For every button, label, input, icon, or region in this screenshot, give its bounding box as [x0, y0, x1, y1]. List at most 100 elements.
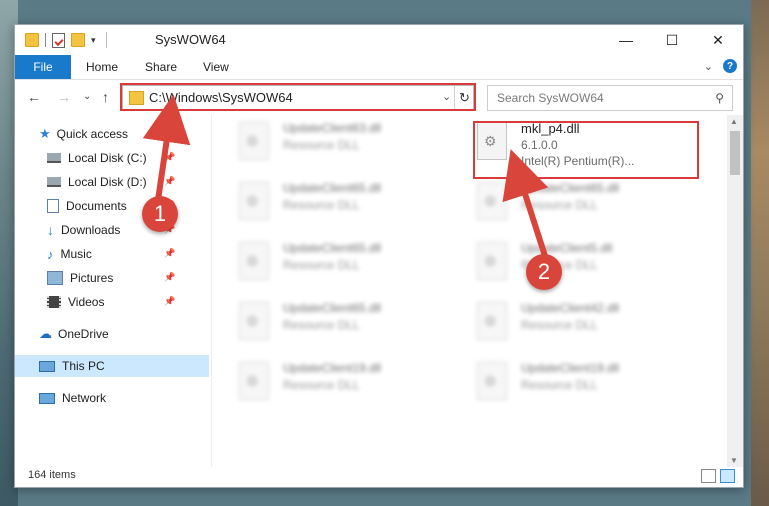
window-title: SysWOW64 [155, 32, 226, 47]
help-icon[interactable]: ? [723, 59, 737, 73]
recent-locations-icon[interactable]: ⌄ [83, 91, 91, 102]
vertical-scrollbar[interactable]: ▲ ▼ [727, 115, 743, 467]
file-item[interactable]: UpdateClient63.dll Resource DLL [239, 119, 459, 167]
file-name: UpdateClient65.dll [521, 181, 620, 195]
pin-icon[interactable]: 📌 [164, 176, 175, 187]
dll-file-icon [239, 242, 269, 280]
sidebar-item-label: OneDrive [58, 327, 109, 341]
file-description: Resource DLL [283, 198, 360, 212]
tab-share[interactable]: Share [145, 55, 177, 79]
dll-file-icon [239, 182, 269, 220]
pin-icon[interactable]: 📌 [164, 248, 175, 259]
sidebar-item-quick-access[interactable]: ★ Quick access [15, 123, 209, 145]
pin-icon[interactable]: 📌 [164, 272, 175, 283]
cloud-icon: ☁ [39, 326, 52, 341]
file-description: Resource DLL [283, 258, 360, 272]
sidebar-item-label: Network [62, 391, 107, 405]
file-description: Resource DLL [521, 198, 598, 212]
sidebar-item-videos[interactable]: Videos 📌 [15, 291, 209, 313]
drive-icon [47, 177, 61, 187]
properties-icon[interactable] [52, 32, 65, 48]
sidebar-item-label: Pictures [70, 271, 114, 285]
desktop-background-right [751, 0, 769, 506]
file-description: Resource DLL [283, 138, 360, 152]
sidebar-item-label: Videos [68, 295, 105, 309]
tab-view[interactable]: View [203, 55, 229, 79]
file-item[interactable]: UpdateClient65.dll Resource DLL [477, 179, 697, 227]
dll-file-icon [239, 302, 269, 340]
sidebar-item-local-disk-d[interactable]: Local Disk (D:) 📌 [15, 171, 209, 193]
ribbon-tabs: File Home Share View ⌄ ? [15, 55, 743, 80]
sidebar-item-network[interactable]: Network [15, 387, 209, 409]
pin-icon[interactable]: 📌 [164, 152, 175, 163]
pane-divider [211, 115, 212, 467]
star-icon: ★ [39, 126, 51, 141]
forward-arrow-icon[interactable]: → [57, 89, 71, 105]
sidebar-item-music[interactable]: ♪ Music 📌 [15, 243, 209, 265]
file-name: UpdateClient42.dll [521, 301, 620, 315]
dll-file-icon [477, 362, 507, 400]
view-toggle [701, 469, 735, 483]
file-item[interactable]: UpdateClient19.dll Resource DLL [477, 359, 697, 407]
file-description: Resource DLL [283, 318, 360, 332]
maximize-button[interactable]: ☐ [649, 25, 695, 55]
ribbon-right-controls: ⌄ ? [704, 59, 737, 73]
tab-home[interactable]: Home [86, 55, 118, 79]
sidebar-item-documents[interactable]: Documents 📌 [15, 195, 209, 217]
minimize-button[interactable]: — [603, 25, 649, 55]
file-description: Resource DLL [283, 378, 360, 392]
sidebar-item-label: Music [60, 247, 92, 261]
network-icon [39, 392, 55, 404]
sidebar-item-label: Local Disk (C:) [68, 151, 147, 165]
dll-file-icon [239, 362, 269, 400]
search-input[interactable]: Search SysWOW64 ⚲ [487, 85, 733, 111]
large-icons-view-icon[interactable] [720, 469, 735, 483]
sidebar-item-local-disk-c[interactable]: Local Disk (C:) 📌 [15, 147, 209, 169]
explorer-window: ▾ SysWOW64 — ☐ ✕ File Home Share View ⌄ … [14, 24, 744, 488]
item-count: 164 items [28, 469, 76, 481]
back-arrow-icon[interactable]: ← [27, 89, 41, 105]
file-name: UpdateClient65.dll [283, 181, 382, 195]
dll-file-icon [239, 122, 269, 160]
new-folder-icon[interactable] [71, 33, 85, 47]
sidebar-item-label: This PC [62, 359, 105, 373]
file-name: UpdateClient65.dll [283, 301, 382, 315]
dll-file-icon [477, 182, 507, 220]
sidebar-item-downloads[interactable]: ↓ Downloads 📌 [15, 219, 209, 241]
file-item[interactable]: UpdateClient65.dll Resource DLL [239, 239, 459, 287]
dll-file-icon [477, 242, 507, 280]
step-badge-2: 2 [526, 254, 562, 290]
pictures-icon [47, 271, 63, 285]
sidebar-item-this-pc[interactable]: This PC [15, 355, 209, 377]
up-arrow-icon[interactable]: ↑ [102, 89, 109, 105]
address-highlight-box [120, 83, 476, 111]
file-item[interactable]: UpdateClient5.dll Resource DLL [477, 239, 697, 287]
search-icon[interactable]: ⚲ [715, 91, 724, 105]
sidebar-item-label: Downloads [61, 223, 121, 237]
file-item[interactable]: UpdateClient65.dll Resource DLL [239, 179, 459, 227]
expand-ribbon-icon[interactable]: ⌄ [704, 60, 713, 73]
sidebar-item-pictures[interactable]: Pictures 📌 [15, 267, 209, 289]
scroll-down-icon[interactable]: ▼ [730, 456, 738, 465]
dll-file-icon [477, 302, 507, 340]
music-icon: ♪ [47, 246, 54, 262]
tab-file[interactable]: File [15, 55, 71, 79]
file-description: Resource DLL [521, 318, 598, 332]
sidebar-item-onedrive[interactable]: ☁ OneDrive [15, 323, 209, 345]
scroll-up-icon[interactable]: ▲ [730, 117, 738, 126]
close-button[interactable]: ✕ [695, 25, 741, 55]
file-item[interactable]: UpdateClient42.dll Resource DLL [477, 299, 697, 347]
scrollbar-thumb[interactable] [730, 131, 740, 175]
title-bar: ▾ SysWOW64 — ☐ ✕ [15, 25, 743, 55]
drive-icon [47, 153, 61, 163]
pin-icon[interactable]: 📌 [164, 296, 175, 307]
details-view-icon[interactable] [701, 469, 716, 483]
customize-toolbar-dropdown-icon[interactable]: ▾ [91, 35, 96, 46]
pc-icon [39, 360, 55, 372]
file-item[interactable]: UpdateClient19.dll Resource DLL [239, 359, 459, 407]
file-description: Resource DLL [521, 378, 598, 392]
folder-icon[interactable] [25, 33, 39, 47]
file-name: UpdateClient5.dll [521, 241, 613, 255]
sidebar-item-label: Documents [66, 199, 127, 213]
file-item[interactable]: UpdateClient65.dll Resource DLL [239, 299, 459, 347]
